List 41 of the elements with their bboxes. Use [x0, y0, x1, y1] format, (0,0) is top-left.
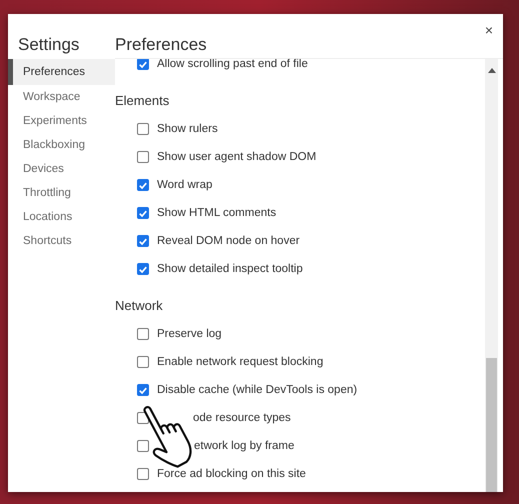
scrollbar[interactable] [485, 59, 498, 492]
checkbox[interactable] [137, 207, 149, 219]
page-title: Preferences [115, 34, 207, 56]
option-label: Word wrap [157, 179, 212, 191]
option-label: Force ad blocking on this site [157, 468, 306, 480]
option-label: Reveal DOM node on hover [157, 235, 300, 247]
sidebar-item[interactable]: Throttling [8, 181, 115, 205]
section-heading: Network [115, 297, 164, 315]
close-button[interactable]: × [480, 20, 497, 40]
sidebar-item[interactable]: Devices [8, 157, 115, 181]
checkbox[interactable] [137, 263, 149, 275]
sidebar-item[interactable]: Workspace [8, 85, 115, 109]
settings-title: Settings [17, 34, 80, 56]
sidebar-item[interactable]: Shortcuts [8, 229, 115, 253]
checkbox[interactable] [137, 123, 149, 135]
option-label: etwork log by frame [194, 440, 294, 452]
scrollbar-thumb[interactable] [486, 358, 497, 492]
checkbox[interactable] [137, 440, 149, 452]
option-label: ode resource types [193, 412, 291, 424]
checkbox[interactable] [137, 151, 149, 163]
option-label: Allow scrolling past end of file [157, 59, 308, 70]
option-label: Show user agent shadow DOM [157, 151, 316, 163]
checkbox[interactable] [137, 356, 149, 368]
sidebar-item[interactable]: Preferences [8, 59, 115, 85]
sidebar-item[interactable]: Experiments [8, 109, 115, 133]
checkbox[interactable] [137, 328, 149, 340]
checkbox[interactable] [137, 468, 149, 480]
option-label: Show detailed inspect tooltip [157, 263, 303, 275]
option-label: Show HTML comments [157, 207, 276, 219]
sidebar-item[interactable]: Blackboxing [8, 133, 115, 157]
option-label: Preserve log [157, 328, 222, 340]
option-label: Enable network request blocking [157, 356, 324, 368]
section-heading: Elements [115, 92, 170, 110]
option-label: Show rulers [157, 123, 218, 135]
checkbox[interactable] [137, 179, 149, 191]
scroll-up-icon[interactable] [488, 68, 496, 73]
sidebar-item[interactable]: Locations [8, 205, 115, 229]
checkbox[interactable] [137, 59, 149, 70]
option-label: Disable cache (while DevTools is open) [157, 384, 358, 396]
checkbox[interactable] [137, 384, 149, 396]
checkbox[interactable] [137, 235, 149, 247]
